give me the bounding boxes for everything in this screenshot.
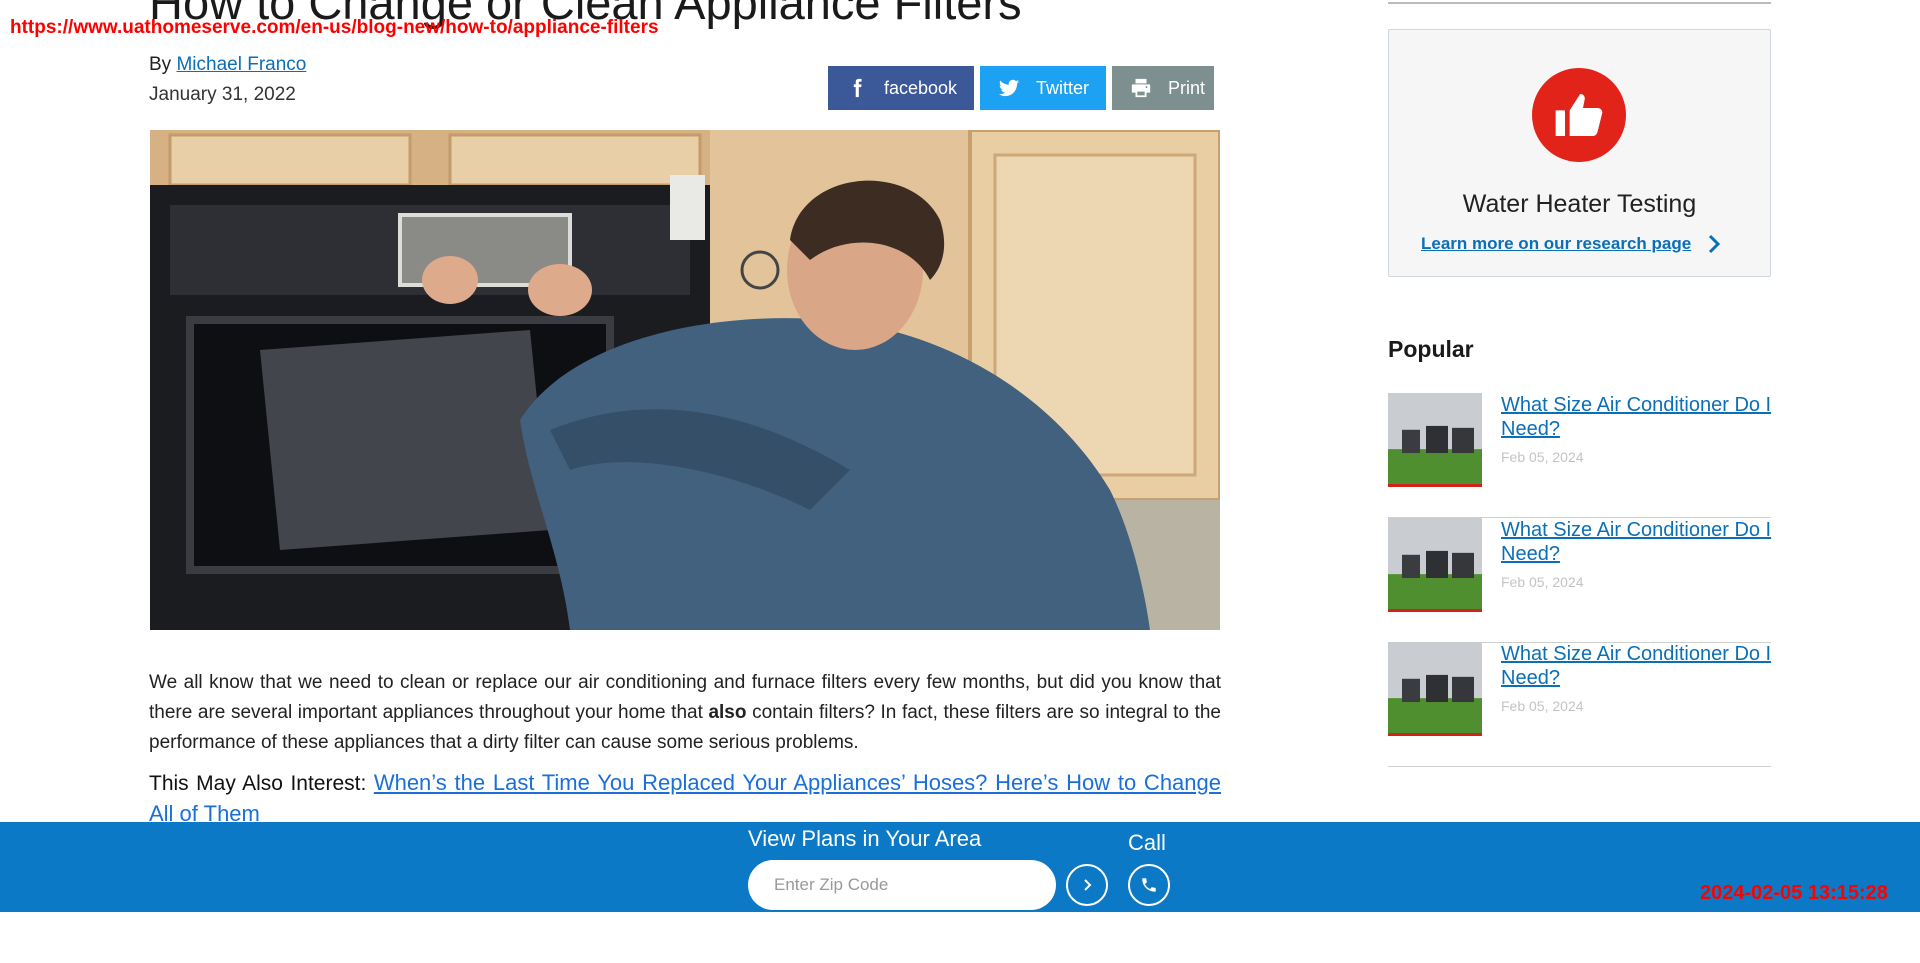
twitter-label: Twitter [1036,77,1090,98]
cta-title: Water Heater Testing [1462,190,1697,218]
zip-search-bar: View Plans in Your Area Call [0,822,1920,912]
print-button[interactable]: Print [1112,66,1214,110]
ac-units-image [1388,393,1482,484]
popular-thumbnail[interactable] [1388,642,1482,736]
zip-code-input[interactable] [748,860,1056,910]
popular-item-date: Feb 05, 2024 [1501,449,1584,465]
chevron-right-icon [1084,879,1092,891]
popular-item[interactable]: What Size Air Conditioner Do I Need? Feb… [1388,393,1771,518]
page: How to Change or Clean Appliance Filters… [0,0,1920,963]
popular-item-title[interactable]: What Size Air Conditioner Do I Need? [1501,518,1773,566]
popular-thumbnail[interactable] [1388,393,1482,487]
call-label: Call [1128,830,1166,855]
capture-timestamp: 2024-02-05 13:15:28 [1700,882,1888,904]
thumbs-up-icon [1532,68,1626,162]
phone-icon [1142,878,1156,892]
popular-heading: Popular [1388,336,1474,362]
popular-item-title[interactable]: What Size Air Conditioner Do I Need? [1501,642,1773,690]
hero-illustration [150,130,1220,630]
popular-item[interactable]: What Size Air Conditioner Do I Need? Feb… [1388,642,1771,767]
popular-item-title[interactable]: What Size Air Conditioner Do I Need? [1501,393,1773,441]
twitter-share-button[interactable]: Twitter [980,66,1106,110]
related-label: This May Also Interest: [149,772,367,795]
view-plans-label: View Plans in Your Area [748,826,982,851]
research-cta-card: Water Heater Testing Learn more on our r… [1388,29,1771,277]
sidebar-divider [1388,2,1771,4]
zip-submit-button[interactable] [1066,864,1108,906]
publish-date: January 31, 2022 [149,84,296,105]
research-page-link[interactable]: Learn more on our research page [1421,234,1691,254]
popular-item[interactable]: What Size Air Conditioner Do I Need? Feb… [1388,518,1771,643]
article-hero-image [150,130,1220,630]
facebook-label: facebook [884,77,958,98]
facebook-share-button[interactable]: facebook [828,66,974,110]
print-label: Print [1168,77,1206,98]
body-text-emphasis: also [708,702,747,723]
popular-item-date: Feb 05, 2024 [1501,698,1584,714]
url-overlay: https://www.uathomeserve.com/en-us/blog-… [10,17,659,38]
printer-icon [1131,78,1151,98]
article-body: We all know that we need to clean or rep… [149,668,1221,758]
popular-item-date: Feb 05, 2024 [1501,574,1584,590]
related-article-line: This May Also Interest: When’s the Last … [149,768,1221,830]
facebook-icon [853,78,862,98]
call-button[interactable] [1128,864,1170,906]
ac-units-image [1388,518,1482,609]
chevron-right-icon[interactable] [1707,234,1727,256]
byline: By Michael Franco [149,54,306,76]
author-link[interactable]: Michael Franco [176,54,306,75]
ac-units-image [1388,642,1482,733]
by-label: By [149,54,172,75]
twitter-icon [998,79,1020,97]
popular-thumbnail[interactable] [1388,518,1482,612]
